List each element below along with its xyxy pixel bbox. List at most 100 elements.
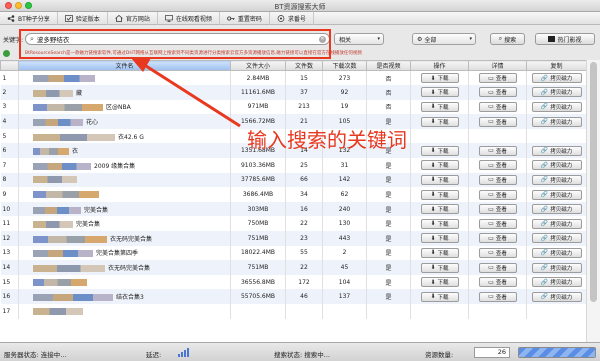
- nav-share-button[interactable]: BT种子分享: [0, 12, 58, 25]
- table-row[interactable]: 2 藏 11161.6MB 37 92 否 ⬇ 下载 ▭ 查看 🔗 拷贝磁力: [0, 85, 587, 100]
- download-button[interactable]: ⬇ 下载: [420, 218, 459, 229]
- view-details-button[interactable]: ▭ 查看: [478, 233, 517, 244]
- nav-request-button[interactable]: 求番号: [270, 12, 314, 25]
- view-details-button[interactable]: ▭ 查看: [478, 174, 517, 185]
- table-row[interactable]: 12 衣无码完美合集 751MB 23 443 是 ⬇ 下载 ▭ 查看 🔗 拷贝磁力: [0, 231, 587, 246]
- row-filename: 衣: [18, 143, 231, 159]
- table-row[interactable]: 15 36556.8MB 172 104 是 ⬇ 下载 ▭ 查看 🔗 拷贝磁力: [0, 274, 587, 290]
- search-button-label: 搜索: [504, 36, 517, 44]
- download-label: 下载: [437, 119, 449, 126]
- status-dot-icon: [3, 50, 10, 57]
- copy-magnet-button[interactable]: 🔗 拷贝磁力: [531, 204, 582, 215]
- copy-magnet-button[interactable]: 🔗 拷贝磁力: [531, 262, 582, 273]
- download-button[interactable]: ⬇ 下载: [420, 247, 459, 258]
- row-copy-cell: 🔗 拷贝磁力: [526, 187, 587, 202]
- view-details-button[interactable]: ▭ 查看: [478, 73, 517, 84]
- copy-magnet-button[interactable]: 🔗 拷贝磁力: [531, 189, 582, 200]
- download-button[interactable]: ⬇ 下载: [420, 204, 459, 215]
- table-row[interactable]: 11 完美合集 750MB 22 130 是 ⬇ 下载 ▭ 查看 🔗 拷贝磁力: [0, 216, 587, 232]
- table-row[interactable]: 16 结衣合集3 55705.6MB 46 137 是 ⬇ 下载 ▭ 查看 🔗 拷贝磁力: [0, 289, 587, 304]
- copy-magnet-button[interactable]: 🔗 拷贝磁力: [531, 145, 582, 156]
- table-row[interactable]: 14 衣无码完美合集 751MB 22 45 是 ⬇ 下载 ▭ 查看 🔗 拷贝磁力: [0, 260, 587, 275]
- col-index[interactable]: [0, 60, 19, 71]
- table-row[interactable]: 1 2.84MB 15 273 否 ⬇ 下载 ▭ 查看 🔗 拷贝磁力: [0, 70, 587, 86]
- search-button[interactable]: ⌕ 搜索: [490, 33, 525, 45]
- view-details-button[interactable]: ▭ 查看: [478, 101, 517, 112]
- col-downloads[interactable]: 下载次数: [322, 60, 367, 71]
- table-row[interactable]: 17: [0, 304, 587, 319]
- details-label: 查看: [495, 76, 507, 83]
- table-row[interactable]: 9 3686.4MB 34 62 是 ⬇ 下载 ▭ 查看 🔗 拷贝磁力: [0, 187, 587, 202]
- nav-reset-password-button[interactable]: 重置密码: [220, 12, 270, 25]
- view-details-button[interactable]: ▭ 查看: [478, 160, 517, 171]
- table-row[interactable]: 3 区@NBA 971MB 213 19 否 ⬇ 下载 ▭ 查看 🔗 拷贝磁力: [0, 99, 587, 115]
- view-details-button[interactable]: ▭ 查看: [478, 218, 517, 229]
- row-filename: 衣无码完美合集: [18, 231, 231, 246]
- category-select[interactable]: ⚙ 全部 ▾: [412, 33, 476, 45]
- download-button[interactable]: ⬇ 下载: [420, 87, 459, 98]
- row-file-count: 34: [285, 187, 323, 202]
- nav-verify-button[interactable]: 验证版本: [58, 12, 108, 25]
- table-row[interactable]: 13 完美合集第四季 18022.4MB 55 2 是 ⬇ 下载 ▭ 查看 🔗 拷贝磁力: [0, 245, 587, 261]
- col-copy[interactable]: 复制: [526, 60, 587, 71]
- download-button[interactable]: ⬇ 下载: [420, 262, 459, 273]
- col-is-video[interactable]: 是否视频: [366, 60, 411, 71]
- row-file-count: 172: [285, 274, 323, 290]
- download-button[interactable]: ⬇ 下载: [420, 160, 459, 171]
- sort-select[interactable]: 相关 ▾: [334, 33, 384, 45]
- copy-magnet-button[interactable]: 🔗 拷贝磁力: [531, 160, 582, 171]
- table-row[interactable]: 7 2009 缘集合集 9103.36MB 25 31 是 ⬇ 下载 ▭ 查看 🔗 拷贝磁力: [0, 158, 587, 173]
- view-details-button[interactable]: ▭ 查看: [478, 87, 517, 98]
- col-size[interactable]: 文件大小: [230, 60, 286, 71]
- window-icon: ▭: [488, 205, 494, 213]
- hot-movies-button[interactable]: 热门影视: [535, 33, 595, 45]
- download-button[interactable]: ⬇ 下载: [420, 174, 459, 185]
- magnet-icon: 🔗: [540, 293, 549, 301]
- copy-magnet-button[interactable]: 🔗 拷贝磁力: [531, 73, 582, 84]
- view-details-button[interactable]: ▭ 查看: [478, 189, 517, 200]
- view-details-button[interactable]: ▭ 查看: [478, 262, 517, 273]
- view-details-button[interactable]: ▭ 查看: [478, 277, 517, 288]
- scrollbar-thumb[interactable]: [590, 62, 597, 302]
- magnet-icon: 🔗: [540, 88, 549, 96]
- download-button[interactable]: ⬇ 下载: [420, 189, 459, 200]
- window-icon: ▭: [488, 118, 494, 126]
- table-row[interactable]: 10 完美合集 303MB 16 240 是 ⬇ 下载 ▭ 查看 🔗 拷贝磁力: [0, 201, 587, 217]
- copy-magnet-button[interactable]: 🔗 拷贝磁力: [531, 116, 582, 127]
- download-label: 下载: [437, 236, 449, 243]
- annotation-highlight-box: [19, 29, 331, 59]
- nav-video-button[interactable]: 在线观看视频: [158, 12, 220, 25]
- details-label: 查看: [495, 294, 507, 301]
- view-details-button[interactable]: ▭ 查看: [478, 291, 517, 302]
- view-details-button[interactable]: ▭ 查看: [478, 204, 517, 215]
- download-button[interactable]: ⬇ 下载: [420, 101, 459, 112]
- magnet-icon: 🔗: [540, 176, 549, 184]
- view-details-button[interactable]: ▭ 查看: [478, 247, 517, 258]
- copy-magnet-button[interactable]: 🔗 拷贝磁力: [531, 218, 582, 229]
- copy-magnet-button[interactable]: 🔗 拷贝磁力: [531, 291, 582, 302]
- row-copy-cell: 🔗 拷贝磁力: [526, 85, 587, 100]
- col-action[interactable]: 操作: [410, 60, 469, 71]
- view-details-button[interactable]: ▭ 查看: [478, 116, 517, 127]
- download-button[interactable]: ⬇ 下载: [420, 233, 459, 244]
- col-file-count[interactable]: 文件数: [285, 60, 323, 71]
- copy-magnet-button[interactable]: 🔗 拷贝磁力: [531, 87, 582, 98]
- row-index: 12: [0, 231, 19, 246]
- copy-magnet-button[interactable]: 🔗 拷贝磁力: [531, 233, 582, 244]
- copy-magnet-button[interactable]: 🔗 拷贝磁力: [531, 174, 582, 185]
- copy-magnet-button[interactable]: 🔗 拷贝磁力: [531, 101, 582, 112]
- view-details-button[interactable]: ▭ 查看: [478, 145, 517, 156]
- download-button[interactable]: ⬇ 下载: [420, 73, 459, 84]
- download-button[interactable]: ⬇ 下载: [420, 277, 459, 288]
- copy-magnet-button[interactable]: 🔗 拷贝磁力: [531, 247, 582, 258]
- nav-home-button[interactable]: 官方网站: [108, 12, 158, 25]
- download-button[interactable]: ⬇ 下载: [420, 291, 459, 302]
- copy-magnet-button[interactable]: 🔗 拷贝磁力: [531, 277, 582, 288]
- col-filename[interactable]: 文件名: [18, 60, 231, 71]
- vertical-scrollbar[interactable]: [586, 60, 600, 342]
- download-button[interactable]: ⬇ 下载: [420, 145, 459, 156]
- home-icon: [115, 15, 123, 22]
- table-row[interactable]: 8 37785.6MB 66 142 是 ⬇ 下载 ▭ 查看 🔗 拷贝磁力: [0, 172, 587, 188]
- col-details[interactable]: 详情: [468, 60, 527, 71]
- download-button[interactable]: ⬇ 下载: [420, 116, 459, 127]
